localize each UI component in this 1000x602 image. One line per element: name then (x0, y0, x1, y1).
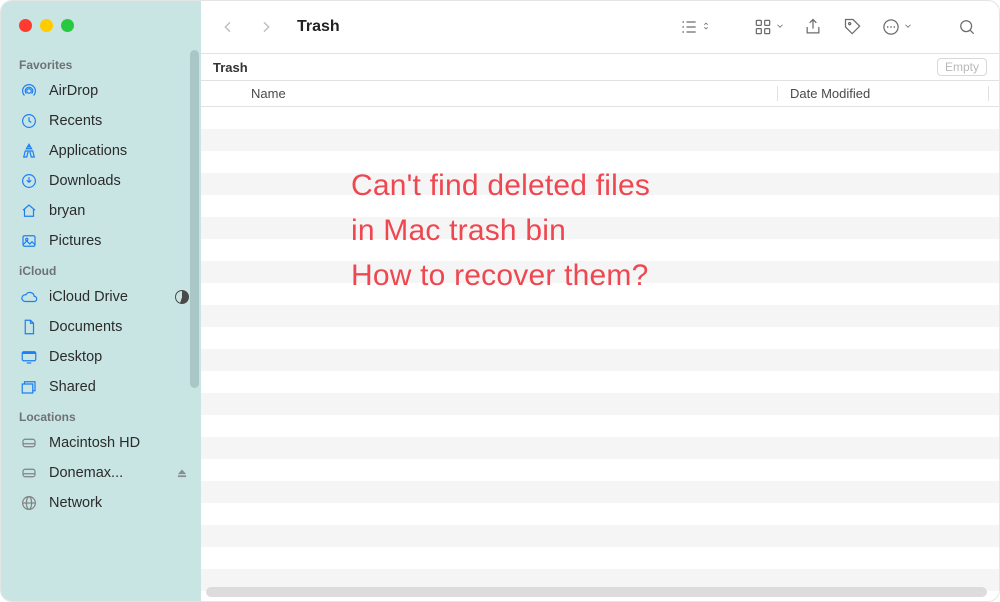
doc-icon (19, 317, 39, 337)
sidebar-item-applications[interactable]: Applications (1, 136, 201, 166)
download-icon (19, 171, 39, 191)
tags-button[interactable] (837, 12, 869, 42)
sidebar-item-label: Desktop (49, 349, 102, 365)
sidebar-item-label: iCloud Drive (49, 289, 128, 305)
column-date-modified[interactable]: Date Modified (778, 86, 989, 101)
sidebar-item-downloads[interactable]: Downloads (1, 166, 201, 196)
sidebar-item-desktop[interactable]: Desktop (1, 342, 201, 372)
sidebar-item-network[interactable]: Network (1, 488, 201, 518)
shared-icon (19, 377, 39, 397)
finder-window: Favorites AirDrop Recents Applications D… (0, 0, 1000, 602)
sidebar-item-documents[interactable]: Documents (1, 312, 201, 342)
disk-icon (19, 433, 39, 453)
sidebar-item-label: Network (49, 495, 102, 511)
sidebar-item-external-disk[interactable]: Donemax... (1, 458, 201, 488)
sidebar-item-pictures[interactable]: Pictures (1, 226, 201, 256)
toolbar: Trash (201, 1, 999, 53)
sidebar-item-shared[interactable]: Shared (1, 372, 201, 402)
view-list-button[interactable] (675, 12, 715, 42)
empty-trash-button[interactable]: Empty (937, 58, 987, 76)
annotation-overlay: Can't find deleted files in Mac trash bi… (351, 163, 959, 298)
annotation-line: How to recover them? (351, 253, 959, 298)
sidebar-group-favorites: Favorites (1, 50, 201, 76)
sidebar-item-airdrop[interactable]: AirDrop (1, 76, 201, 106)
minimize-window-button[interactable] (40, 19, 53, 32)
main-pane: Trash Trash Empty Nam (201, 1, 999, 601)
sidebar-item-macintosh-hd[interactable]: Macintosh HD (1, 428, 201, 458)
sidebar-item-icloud-drive[interactable]: iCloud Drive (1, 282, 201, 312)
forward-button[interactable] (251, 12, 281, 42)
zoom-window-button[interactable] (61, 19, 74, 32)
eject-icon[interactable] (175, 466, 189, 480)
sidebar-item-label: bryan (49, 203, 85, 219)
clock-icon (19, 111, 39, 131)
window-title: Trash (297, 18, 340, 36)
location-label: Trash (213, 60, 248, 75)
sidebar-item-home[interactable]: bryan (1, 196, 201, 226)
updown-icon (701, 18, 711, 36)
traffic-lights (1, 13, 201, 50)
file-list[interactable]: Can't find deleted files in Mac trash bi… (201, 107, 999, 601)
back-button[interactable] (213, 12, 243, 42)
sync-progress-icon (175, 290, 189, 304)
sidebar-item-label: Applications (49, 143, 127, 159)
column-name[interactable]: Name (201, 86, 778, 101)
chevron-down-icon (903, 18, 913, 36)
sidebar-item-recents[interactable]: Recents (1, 106, 201, 136)
location-bar: Trash Empty (201, 53, 999, 81)
share-button[interactable] (797, 12, 829, 42)
group-by-button[interactable] (749, 12, 789, 42)
home-icon (19, 201, 39, 221)
sidebar-item-label: Shared (49, 379, 96, 395)
globe-icon (19, 493, 39, 513)
sidebar-group-icloud: iCloud (1, 256, 201, 282)
pictures-icon (19, 231, 39, 251)
chevron-down-icon (775, 18, 785, 36)
airdrop-icon (19, 81, 39, 101)
annotation-line: in Mac trash bin (351, 208, 959, 253)
sidebar-group-locations: Locations (1, 402, 201, 428)
horizontal-scrollbar[interactable] (206, 587, 987, 597)
sidebar-item-label: Recents (49, 113, 102, 129)
sidebar-item-label: AirDrop (49, 83, 98, 99)
sidebar-item-label: Pictures (49, 233, 101, 249)
action-menu-button[interactable] (877, 12, 917, 42)
sidebar-item-label: Macintosh HD (49, 435, 140, 451)
desktop-icon (19, 347, 39, 367)
sidebar-item-label: Downloads (49, 173, 121, 189)
cloud-icon (19, 287, 39, 307)
column-headers: Name Date Modified (201, 81, 999, 107)
disk-icon (19, 463, 39, 483)
sidebar-item-label: Donemax... (49, 465, 123, 481)
search-button[interactable] (951, 12, 983, 42)
sidebar-item-label: Documents (49, 319, 122, 335)
sidebar-scroll[interactable]: Favorites AirDrop Recents Applications D… (1, 50, 201, 601)
sidebar: Favorites AirDrop Recents Applications D… (1, 1, 201, 601)
close-window-button[interactable] (19, 19, 32, 32)
annotation-line: Can't find deleted files (351, 163, 959, 208)
apps-icon (19, 141, 39, 161)
